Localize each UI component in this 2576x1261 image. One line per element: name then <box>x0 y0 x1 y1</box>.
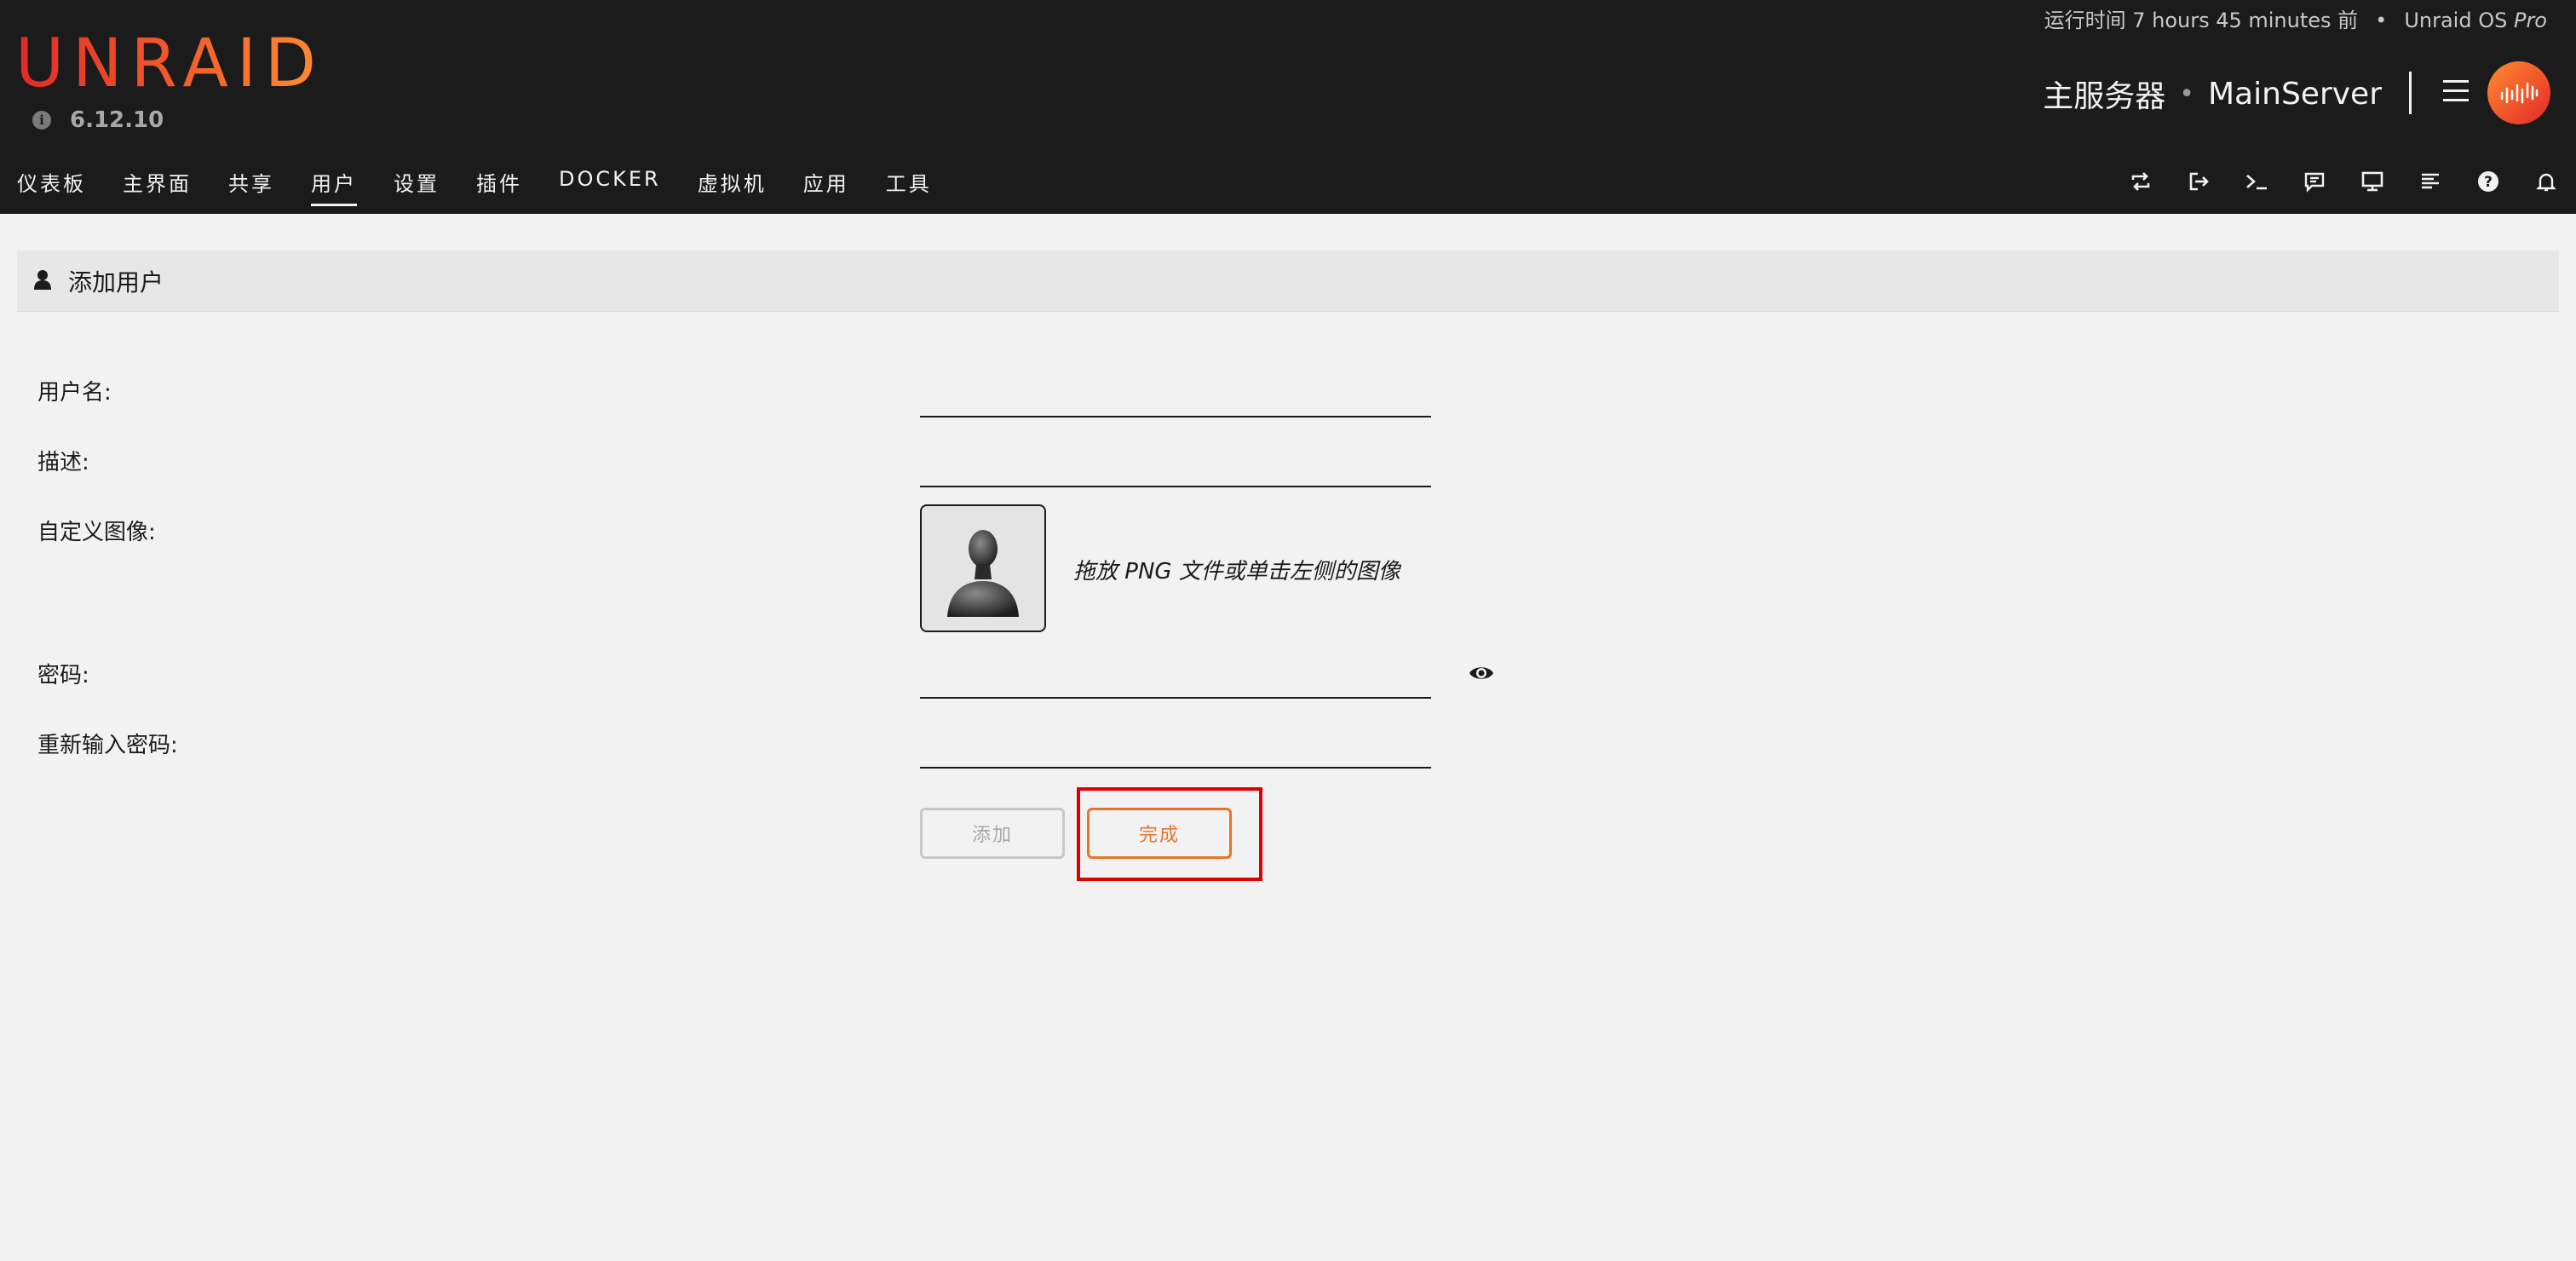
feedback-icon[interactable] <box>2302 169 2327 194</box>
page-title-bar: 添加用户 <box>17 250 2559 312</box>
add-button[interactable]: 添加 <box>920 808 1065 859</box>
status-separator: • <box>2375 9 2388 32</box>
nav-docker[interactable]: DOCKER <box>559 167 661 206</box>
version-info: i 6.12.10 <box>32 107 164 133</box>
header: UNRAID i 6.12.10 运行时间 7 hours 45 minutes… <box>0 0 2576 214</box>
unraid-connect-icon[interactable] <box>2487 61 2550 124</box>
os-edition: Pro <box>2513 9 2547 32</box>
page-title: 添加用户 <box>68 268 164 297</box>
monitor-icon[interactable] <box>2360 169 2385 194</box>
unraid-logo[interactable]: UNRAID <box>15 31 325 97</box>
username-field[interactable] <box>920 383 1431 417</box>
nav-dashboard[interactable]: 仪表板 <box>17 167 86 206</box>
logout-icon[interactable] <box>2186 169 2211 194</box>
uptime-text: 运行时间 7 hours 45 minutes 前 <box>2044 9 2359 32</box>
password-field[interactable] <box>920 665 1431 699</box>
username-label: 用户名: <box>37 380 112 406</box>
nav-vms[interactable]: 虚拟机 <box>698 167 767 206</box>
done-button[interactable]: 完成 <box>1087 808 1232 859</box>
info-icon[interactable]: i <box>32 111 51 130</box>
eye-icon[interactable] <box>1469 663 1494 683</box>
custom-image-label: 自定义图像: <box>37 520 156 545</box>
default-user-image <box>947 530 1019 617</box>
version-text: 6.12.10 <box>70 107 164 133</box>
user-image-dropzone[interactable] <box>920 504 1046 632</box>
nav-toolbar: ? <box>2128 169 2559 194</box>
server-identity: 主服务器 • MainServer <box>2043 72 2382 116</box>
bell-icon[interactable] <box>2533 169 2559 194</box>
nav-shares[interactable]: 共享 <box>228 167 274 206</box>
confirm-password-label: 重新输入密码: <box>37 733 178 758</box>
nav-apps[interactable]: 应用 <box>803 167 849 206</box>
nav-main[interactable]: 主界面 <box>123 167 192 206</box>
svg-text:?: ? <box>2484 174 2493 191</box>
os-name: Unraid OS <box>2404 9 2508 32</box>
header-divider <box>2409 72 2412 114</box>
user-icon <box>34 269 51 293</box>
description-field[interactable] <box>920 453 1431 487</box>
nav-tools[interactable]: 工具 <box>886 167 932 206</box>
help-icon[interactable]: ? <box>2475 169 2501 194</box>
server-host: MainServer <box>2208 76 2382 112</box>
main-nav: 仪表板 主界面 共享 用户 设置 插件 DOCKER 虚拟机 应用 工具 <box>17 167 969 206</box>
menu-icon[interactable] <box>2443 80 2469 102</box>
nav-settings[interactable]: 设置 <box>394 167 440 206</box>
password-label: 密码: <box>37 663 89 688</box>
server-name: 主服务器 <box>2043 79 2166 114</box>
nav-plugins[interactable]: 插件 <box>476 167 522 206</box>
server-status: 运行时间 7 hours 45 minutes 前 • Unraid OS Pro <box>2044 3 2547 33</box>
description-label: 描述: <box>37 450 89 475</box>
log-icon[interactable] <box>2418 169 2443 194</box>
terminal-icon[interactable] <box>2244 169 2269 194</box>
confirm-password-field[interactable] <box>920 734 1431 769</box>
server-dot: • <box>2179 78 2194 109</box>
switch-icon[interactable] <box>2128 169 2153 194</box>
nav-users[interactable]: 用户 <box>311 167 357 206</box>
image-hint: 拖放 PNG 文件或单击左侧的图像 <box>1073 559 1400 584</box>
